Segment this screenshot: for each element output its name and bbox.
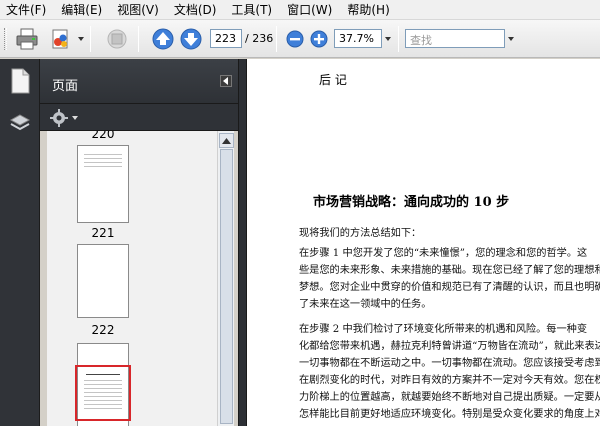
document-title: 市场营销战略：通向成功的 10 步 — [313, 195, 510, 210]
page-total-label: / 236 — [245, 32, 274, 45]
page-thumbnail[interactable] — [77, 244, 129, 318]
text-line: 在步骤 2 中我们检讨了环境变化所带来的机遇和风险。每一种变 — [299, 324, 588, 335]
menu-edit[interactable]: 编辑(E) — [55, 1, 111, 18]
page-thumbnail[interactable] — [75, 343, 131, 426]
scroll-thumb[interactable] — [220, 149, 233, 424]
panel-collapse-button[interactable] — [220, 75, 232, 87]
toolbar: 223 / 236 37.7% 查找 — [0, 20, 600, 58]
text-line: 现将我们的方法总结如下： — [299, 228, 422, 239]
collaborate-icon — [107, 29, 127, 49]
pages-icon — [11, 68, 30, 94]
chevron-left-icon — [223, 77, 228, 85]
find-input[interactable]: 查找 — [405, 29, 505, 48]
document-page: 后 记 市场营销战略：通向成功的 10 步 现将我们的方法总结如下： 在步骤 1… — [247, 59, 600, 426]
zoom-out-button[interactable] — [282, 26, 308, 52]
prev-page-button[interactable] — [150, 26, 176, 52]
text-line: 些是您的未来形象、未来措施的基础。现在您已经了解了您的理想和 — [299, 265, 600, 276]
menu-file[interactable]: 文件(F) — [0, 1, 55, 18]
zoom-in-icon — [310, 30, 328, 48]
menu-document[interactable]: 文档(D) — [168, 1, 226, 18]
chevron-down-icon — [72, 116, 78, 120]
menu-help[interactable]: 帮助(H) — [341, 1, 398, 18]
next-page-button[interactable] — [178, 26, 204, 52]
toolbar-grip[interactable] — [4, 28, 7, 50]
toolbar-separator — [138, 26, 139, 52]
scroll-up-button[interactable] — [219, 133, 234, 148]
layers-icon — [9, 114, 31, 131]
page-thumbnail[interactable] — [77, 145, 129, 223]
navigation-strip — [0, 59, 40, 426]
find-dropdown[interactable] — [505, 29, 515, 48]
panel-splitter[interactable] — [238, 59, 247, 426]
page-header-mark: 后 记 — [319, 73, 347, 87]
share-button[interactable] — [48, 26, 74, 52]
toolbar-separator — [276, 26, 277, 52]
text-line: 在剧烈变化的时代，对昨日有效的方案并不一定对今天有效。您在权 — [299, 375, 600, 386]
options-menu-button[interactable] — [50, 108, 80, 128]
collaborate-button[interactable] — [104, 26, 130, 52]
menu-bar: 文件(F) 编辑(E) 视图(V) 文档(D) 工具(T) 窗口(W) 帮助(H… — [0, 0, 600, 20]
page-thumbnails: 220 221 222 — [47, 131, 217, 426]
thumbnail-label: 222 — [91, 323, 115, 337]
chevron-up-icon — [222, 137, 231, 144]
text-line: 梦想。您对企业中贯穿的价值和规范已有了清醒的认识，而且也明确 — [299, 282, 600, 293]
layers-panel-button[interactable] — [6, 109, 34, 137]
chevron-down-icon — [385, 37, 391, 41]
thumbnail-label: 220 — [91, 131, 115, 141]
panel-title: 页面 — [52, 79, 79, 94]
menu-view[interactable]: 视图(V) — [111, 1, 168, 18]
menu-window[interactable]: 窗口(W) — [281, 1, 341, 18]
zoom-dropdown[interactable] — [382, 29, 394, 48]
thumbnail-label: 221 — [91, 226, 115, 240]
zoom-out-icon — [286, 30, 304, 48]
toolbar-separator — [90, 26, 91, 52]
toolbar-separator — [398, 26, 399, 52]
text-line: 化都给您带来机遇，赫拉克利特曾讲道“万物皆在流动”，就此来表达 — [299, 341, 600, 352]
zoom-in-button[interactable] — [306, 26, 332, 52]
print-icon — [16, 28, 38, 50]
zoom-level-input[interactable]: 37.7% — [334, 29, 382, 48]
pages-panel-button[interactable] — [6, 67, 34, 95]
pages-panel-header: 页面 — [40, 59, 238, 104]
text-line: 在步骤 1 中您开发了您的“未来憧憬”，您的理念和您的哲学。这 — [299, 248, 588, 259]
chevron-down-icon — [508, 37, 514, 41]
menu-tools[interactable]: 工具(T) — [225, 1, 281, 18]
text-line: 怎样能比目前更好地适应环境变化。特别是受众变化要求的角度上对 — [299, 409, 600, 420]
page-number-input[interactable]: 223 — [210, 29, 242, 48]
gear-icon — [50, 109, 68, 127]
text-line: 了未来在这一领域中的任务。 — [299, 299, 432, 310]
prev-page-icon — [152, 28, 174, 50]
panel-options-bar — [40, 104, 238, 131]
text-line: 力阶梯上的位置越高，就越要始终不断地对自己提出质疑。一定要从 — [299, 392, 600, 403]
share-dropdown-arrow[interactable] — [78, 37, 84, 41]
next-page-icon — [180, 28, 202, 50]
print-button[interactable] — [14, 26, 40, 52]
thumbnails-scrollbar[interactable] — [217, 131, 234, 426]
share-icon — [52, 29, 68, 49]
text-line: 一切事物都在不断运动之中。一切事物都在流动。您应该接受考虑到， — [299, 358, 600, 369]
